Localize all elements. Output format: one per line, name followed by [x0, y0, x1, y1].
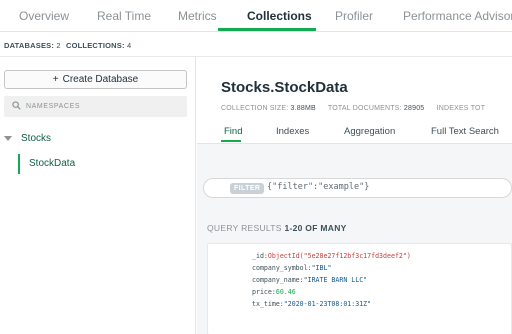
collection-size-label: COLLECTION SIZE:: [221, 105, 289, 112]
total-documents-value: 28905: [403, 105, 425, 112]
databases-stat: DATABASES: 2: [4, 41, 61, 50]
namespace-sidebar: +Create Database Stocks StockData: [0, 57, 196, 334]
databases-count: 2: [56, 41, 61, 50]
page-title: Stocks.StockData: [221, 79, 348, 96]
find-workspace: FILTER {"filter":"example"} QUERY RESULT…: [197, 143, 512, 334]
collection-name: StockData: [29, 158, 76, 169]
plus-icon: +: [52, 74, 59, 85]
collections-label: COLLECTIONS:: [66, 41, 125, 50]
tab-performance-advisor[interactable]: Performance Advisor: [403, 9, 512, 23]
document-field: tx_time:"2020-01-23T08:01:31Z": [252, 300, 372, 308]
namespace-search: [4, 96, 187, 117]
field-key: company_symbol: [252, 264, 308, 272]
field-key: company_name: [252, 276, 300, 284]
tab-indexes[interactable]: Indexes: [276, 126, 309, 137]
tab-find[interactable]: Find: [224, 126, 242, 137]
field-value: 60.46: [275, 288, 296, 296]
top-nav: Overview Real Time Metrics Collections P…: [0, 0, 512, 32]
create-database-button[interactable]: + Create Database: [4, 70, 187, 89]
document-field: company_name:"IRATE BARN LLC": [252, 276, 368, 284]
query-results-label: QUERY RESULTS 1-20 OF MANY: [207, 223, 347, 233]
document-field: company_symbol:"IBL": [252, 264, 332, 272]
databases-label: DATABASES:: [4, 41, 55, 50]
field-key: _id: [252, 252, 264, 260]
active-subtab-indicator: [221, 140, 241, 142]
tab-overview[interactable]: Overview: [19, 9, 69, 23]
query-results-title: QUERY RESULTS: [207, 223, 282, 233]
tab-aggregation[interactable]: Aggregation: [344, 126, 395, 137]
tab-profiler[interactable]: Profiler: [335, 9, 373, 23]
caret-down-icon: [4, 135, 12, 141]
filter-query-input[interactable]: {"filter":"example"}: [267, 182, 369, 192]
field-key: tx_time: [252, 300, 280, 308]
tab-metrics[interactable]: Metrics: [178, 9, 217, 23]
tab-collections[interactable]: Collections: [247, 9, 312, 23]
collections-stat: COLLECTIONS: 4: [66, 41, 131, 50]
collection-view: Stocks.StockData COLLECTION SIZE: 3.88MB…: [197, 57, 512, 334]
active-tab-indicator: [218, 28, 316, 31]
cluster-status-bar: DATABASES: 2 COLLECTIONS: 4: [0, 33, 512, 57]
sidebar-item-database-stocks[interactable]: Stocks: [4, 133, 51, 144]
document-field: price:60.46: [252, 288, 296, 296]
tab-full-text-search[interactable]: Full Text Search: [431, 126, 499, 137]
field-value: ObjectId("5e28e27f12bf3c17fd3deef2"): [267, 252, 411, 260]
collection-subtabs: Find Indexes Aggregation Full Text Searc…: [197, 123, 512, 143]
database-name: Stocks: [21, 133, 52, 144]
indexes-total-label: INDEXES TOT: [436, 105, 486, 112]
document-field: _id:ObjectId("5e28e27f12bf3c17fd3deef2"): [252, 252, 411, 260]
tab-real-time[interactable]: Real Time: [97, 9, 151, 23]
field-value: "IRATE BARN LLC": [303, 276, 368, 284]
collections-count: 4: [126, 41, 132, 50]
document-card[interactable]: _id:ObjectId("5e28e27f12bf3c17fd3deef2")…: [207, 243, 512, 334]
filter-bar[interactable]: FILTER {"filter":"example"}: [203, 178, 512, 198]
field-value: "2020-01-23T08:01:31Z": [283, 300, 372, 308]
sidebar-item-collection-stockdata[interactable]: StockData: [18, 154, 188, 174]
filter-badge: FILTER: [230, 183, 265, 194]
query-results-range: 1-20 OF MANY: [284, 223, 347, 233]
total-documents-label: TOTAL DOCUMENTS:: [327, 105, 402, 112]
collection-size-value: 3.88MB: [290, 105, 316, 112]
collection-stats: COLLECTION SIZE: 3.88MB TOTAL DOCUMENTS:…: [221, 105, 485, 112]
field-value: "IBL": [311, 264, 332, 272]
search-icon: [12, 101, 21, 110]
field-key: price: [252, 288, 272, 296]
namespace-search-input[interactable]: [26, 100, 181, 113]
create-database-label: Create Database: [62, 74, 139, 85]
